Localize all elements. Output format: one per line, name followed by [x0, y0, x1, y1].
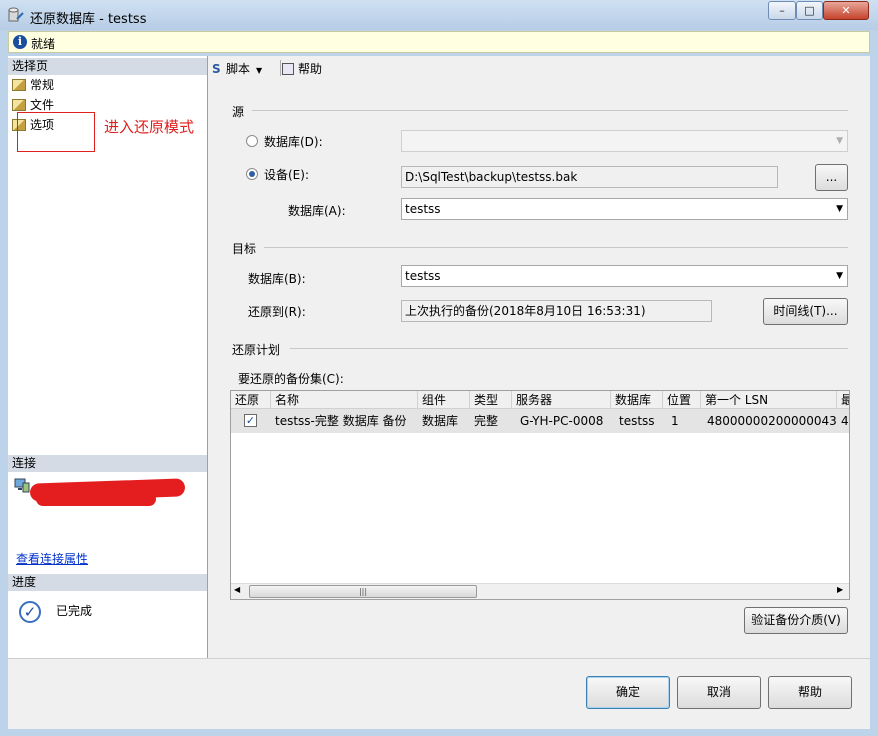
chevron-down-icon: ▼	[836, 204, 843, 214]
server-connection-icon	[14, 477, 30, 496]
status-text: 就绪	[31, 37, 56, 51]
restore-plan-title: 还原计划	[232, 343, 281, 357]
column-header-restore[interactable]: 还原	[231, 391, 271, 409]
browse-device-button[interactable]: ...	[815, 164, 848, 191]
cancel-button[interactable]: 取消	[677, 676, 761, 709]
info-icon: i	[13, 35, 27, 49]
restore-to-field: 上次执行的备份(2018年8月10日 16:53:31)	[401, 300, 712, 322]
annotation-box	[17, 112, 95, 152]
backup-sets-label: 要还原的备份集(C):	[238, 372, 344, 386]
view-connection-properties-link[interactable]: 查看连接属性	[16, 550, 88, 567]
cell-last-lsn: 4	[837, 409, 849, 433]
source-database-dropdown[interactable]: ▼	[401, 130, 848, 152]
help-button[interactable]: 帮助	[768, 676, 852, 709]
cell-name: testss-完整 数据库 备份	[271, 409, 418, 433]
toolbar: S 脚本 ▼ 帮助	[208, 56, 870, 80]
target-database-value[interactable]: testss	[405, 269, 441, 283]
right-panel: S 脚本 ▼ 帮助 源 数据库(D): ▼ 设备(E): D:\SqlTest\ba…	[208, 56, 870, 658]
ok-button[interactable]: 确定	[586, 676, 670, 709]
source-group-title: 源	[232, 105, 245, 119]
page-icon	[12, 79, 26, 91]
left-panel: 选择页 常规 文件 选项 进入还原模式 连接 查看连接属性 进度 ✓ 已完成	[8, 56, 208, 658]
target-database-combobox[interactable]: testss ▼	[401, 265, 848, 287]
script-icon: S	[212, 62, 221, 76]
page-item-general[interactable]: 常规	[12, 76, 54, 94]
column-header-component[interactable]: 组件	[418, 391, 470, 409]
page-icon	[12, 99, 26, 111]
device-database-value: testss	[405, 202, 441, 216]
select-page-header: 选择页	[8, 58, 207, 75]
device-source-radio[interactable]	[246, 168, 258, 180]
scrollbar-thumb[interactable]: |||	[249, 585, 477, 598]
help-toolbar-button[interactable]: 帮助	[282, 60, 322, 77]
help-label: 帮助	[298, 62, 323, 76]
verify-backup-media-button[interactable]: 验证备份介质(V)	[744, 607, 848, 634]
close-button[interactable]: ✕	[823, 1, 869, 20]
annotation-text: 进入还原模式	[104, 118, 195, 136]
scroll-left-icon[interactable]: ◀	[234, 585, 240, 594]
script-button[interactable]: S 脚本 ▼	[212, 60, 262, 77]
help-book-icon	[282, 63, 294, 75]
page-item-label: 文件	[30, 98, 55, 112]
database-source-label: 数据库(D):	[264, 135, 323, 149]
progress-status: 已完成	[56, 604, 93, 618]
toolbar-separator	[280, 60, 281, 76]
target-divider	[264, 247, 848, 248]
title-bar[interactable]: 还原数据库 - testss – □ ✕	[0, 0, 878, 30]
cell-database: testss	[611, 409, 663, 433]
device-source-label: 设备(E):	[264, 168, 309, 182]
column-header-position[interactable]: 位置	[663, 391, 701, 409]
restore-plan-divider	[290, 348, 848, 349]
column-header-name[interactable]: 名称	[271, 391, 418, 409]
script-label: 脚本	[226, 62, 251, 76]
device-path-field[interactable]: D:\SqlTest\backup\testss.bak	[401, 166, 778, 188]
database-restore-icon	[8, 7, 24, 23]
backup-sets-grid[interactable]: 还原 名称 组件 类型 服务器 数据库 位置 第一个 LSN 最 ✓ tests…	[230, 390, 850, 600]
column-header-type[interactable]: 类型	[470, 391, 512, 409]
chevron-down-icon: ▼	[256, 66, 263, 75]
cell-first-lsn: 48000000200000043	[701, 409, 837, 433]
device-database-dropdown[interactable]: testss ▼	[401, 198, 848, 220]
source-divider	[252, 110, 848, 111]
table-row[interactable]: ✓	[231, 409, 271, 433]
minimize-button[interactable]: –	[768, 1, 796, 20]
column-header-first-lsn[interactable]: 第一个 LSN	[701, 391, 837, 409]
cell-server: G-YH-PC-0008	[512, 409, 611, 433]
chevron-down-icon: ▼	[836, 136, 843, 146]
progress-header: 进度	[8, 574, 207, 591]
source-database-label: 数据库(A):	[288, 204, 346, 218]
target-group-title: 目标	[232, 242, 257, 256]
horizontal-scrollbar[interactable]: ◀ ||| ▶	[231, 583, 849, 599]
connection-header: 连接	[8, 455, 207, 472]
page-item-label: 常规	[30, 78, 55, 92]
scroll-right-icon[interactable]: ▶	[837, 585, 843, 594]
cell-type: 完整	[470, 409, 512, 433]
cell-component: 数据库	[418, 409, 470, 433]
column-header-server[interactable]: 服务器	[512, 391, 611, 409]
dialog-button-bar: 确定 取消 帮助	[8, 658, 870, 729]
restore-to-label: 还原到(R):	[248, 305, 306, 319]
restore-checkbox[interactable]: ✓	[244, 414, 257, 427]
column-header-last-lsn[interactable]: 最	[837, 391, 849, 409]
window-title: 还原数据库 - testss	[30, 12, 147, 27]
cell-position: 1	[663, 409, 701, 433]
chevron-down-icon: ▼	[836, 271, 843, 281]
timeline-button[interactable]: 时间线(T)...	[763, 298, 848, 325]
maximize-button[interactable]: □	[796, 1, 823, 20]
status-bar: i 就绪	[8, 31, 870, 53]
column-header-database[interactable]: 数据库	[611, 391, 663, 409]
completed-check-icon: ✓	[19, 601, 41, 623]
database-source-radio[interactable]	[246, 135, 258, 147]
target-database-label: 数据库(B):	[248, 272, 306, 286]
redacted-connection	[36, 492, 156, 506]
